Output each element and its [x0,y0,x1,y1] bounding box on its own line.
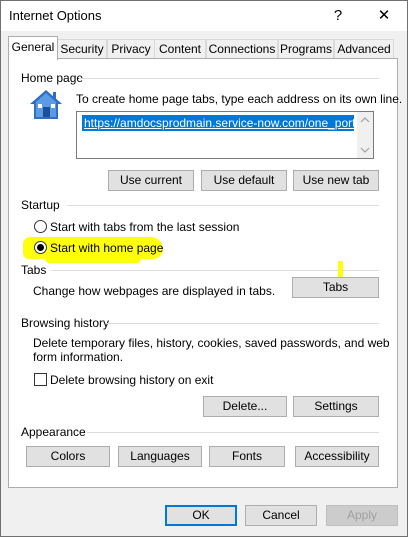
use-current-button[interactable]: Use current [108,170,194,191]
home-page-section-title: Home page [21,71,84,85]
tab-privacy[interactable]: Privacy [107,39,155,59]
highlight-marker [338,261,343,277]
delete-on-exit-label: Delete browsing history on exit [50,373,214,387]
tab-programs[interactable]: Programs [278,39,334,59]
scroll-up-icon [360,117,370,123]
apply-button[interactable]: Apply [326,505,398,526]
home-page-divider [79,78,379,79]
internet-options-dialog: Internet Options ? ✕ General Security Pr… [0,0,408,537]
radio-last-session-label: Start with tabs from the last session [50,220,240,234]
history-settings-button[interactable]: Settings [293,396,379,417]
browsing-history-section-title: Browsing history [21,316,110,330]
tab-connections[interactable]: Connections [206,39,278,59]
languages-button[interactable]: Languages [118,446,202,467]
radio-selected-dot [37,244,44,251]
browsing-history-divider [107,323,379,324]
delete-on-exit-checkbox[interactable] [34,373,47,386]
use-default-button[interactable]: Use default [201,170,287,191]
radio-last-session[interactable] [34,220,47,233]
ok-button[interactable]: OK [165,505,237,526]
highlight-annotation-tail [45,255,141,263]
tabs-description: Change how webpages are displayed in tab… [33,284,276,298]
use-new-tab-button[interactable]: Use new tab [293,170,379,191]
appearance-divider [87,432,379,433]
tabs-settings-button[interactable]: Tabs [292,277,379,298]
tab-content[interactable]: Content [154,39,206,59]
tab-security[interactable]: Security [57,39,107,59]
startup-divider [67,205,379,206]
help-button[interactable]: ? [327,5,349,27]
window-title: Internet Options [9,8,102,23]
delete-history-button[interactable]: Delete... [203,396,287,417]
radio-home-page-label: Start with home page [50,241,164,255]
tabs-section-title: Tabs [21,263,47,277]
startup-section-title: Startup [21,198,60,212]
house-icon [27,87,65,123]
url-scrollbar[interactable] [357,112,373,158]
fonts-button[interactable]: Fonts [209,446,285,467]
close-button[interactable]: ✕ [373,5,395,27]
tab-advanced[interactable]: Advanced [334,39,394,59]
home-page-instructions: To create home page tabs, type each addr… [76,92,403,106]
accessibility-button[interactable]: Accessibility [295,446,379,467]
home-page-url-field[interactable]: https://amdocsprodmain.service-now.com/o… [76,111,374,159]
scroll-down-icon [360,147,370,153]
appearance-section-title: Appearance [21,425,86,439]
browsing-history-description-1: Delete temporary files, history, cookies… [33,336,390,350]
browsing-history-description-2: form information. [33,350,124,364]
tab-general[interactable]: General [8,36,58,60]
radio-home-page[interactable] [34,241,47,254]
colors-button[interactable]: Colors [26,446,110,467]
cancel-button[interactable]: Cancel [245,505,317,526]
tabs-divider [51,270,379,271]
title-bar: Internet Options ? ✕ [1,1,407,31]
home-page-url-value: https://amdocsprodmain.service-now.com/o… [82,115,354,131]
